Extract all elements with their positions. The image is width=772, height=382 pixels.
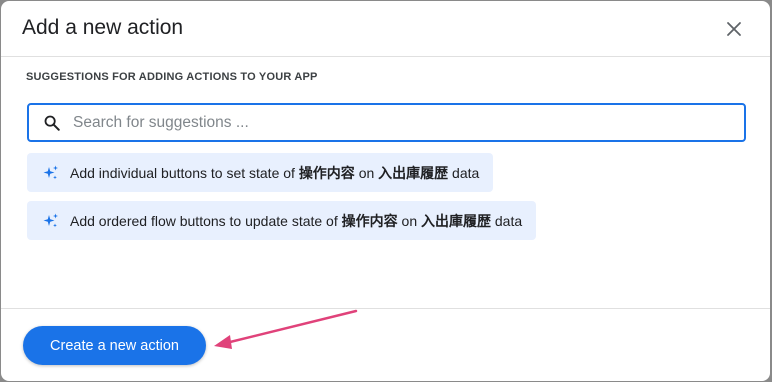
suggestion-ordered-flow-buttons[interactable]: Add ordered flow buttons to update state… [27,201,537,240]
close-button[interactable] [720,15,748,43]
suggestions-heading: SUGGESTIONS FOR ADDING ACTIONS TO YOUR A… [26,71,318,83]
search-input[interactable] [73,105,733,140]
sparkle-icon [43,213,58,227]
dialog-header: Add a new action [1,1,770,57]
sparkle-icon [43,165,58,179]
add-action-dialog: Add a new action SUGGESTIONS FOR ADDING … [1,1,770,381]
search-field[interactable] [27,103,746,142]
suggestion-text: Add individual buttons to set state of 操… [70,164,480,181]
search-icon [44,115,60,131]
dialog-title: Add a new action [22,16,184,39]
suggestion-text: Add ordered flow buttons to update state… [70,212,523,229]
suggestion-individual-buttons[interactable]: Add individual buttons to set state of 操… [27,153,494,192]
close-icon [727,22,741,36]
create-new-action-button[interactable]: Create a new action [23,326,206,365]
